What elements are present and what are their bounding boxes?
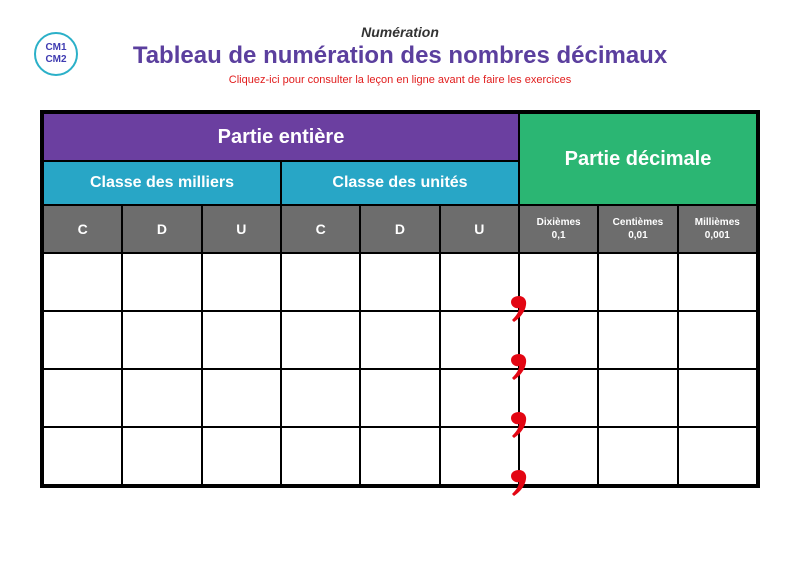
cell [519,253,598,311]
cell [43,311,122,369]
col-thousands-c: C [43,205,122,253]
grade-badge: CM1 CM2 [34,32,78,76]
badge-line2: CM2 [45,54,66,66]
lesson-link[interactable]: Cliquez-ici pour consulter la leçon en l… [40,74,760,86]
cell [598,253,677,311]
cell-units-u [440,253,519,311]
cell [43,369,122,427]
cell [122,253,201,311]
cell [122,427,201,485]
header-integer-part: Partie entière [43,113,519,161]
decimal-comma-icon [508,410,530,440]
cell [122,311,201,369]
badge-line1: CM1 [45,42,66,54]
col-thousandths-val: 0,001 [679,229,756,242]
col-units-d: D [360,205,439,253]
header: Numération Tableau de numération des nom… [40,24,760,86]
table-row [43,311,757,369]
cell [598,369,677,427]
cell [360,311,439,369]
cell [202,369,281,427]
cell [202,253,281,311]
decimal-comma-icon [508,352,530,382]
cell [43,427,122,485]
col-tenths: Dixièmes 0,1 [519,205,598,253]
header-units-class: Classe des unités [281,161,519,205]
col-thousands-u: U [202,205,281,253]
col-units-c: C [281,205,360,253]
cell [678,311,757,369]
header-decimal-part: Partie décimale [519,113,757,205]
decimal-comma-icon [508,468,530,498]
cell [519,427,598,485]
col-units-u: U [440,205,519,253]
cell [360,253,439,311]
page-title: Tableau de numération des nombres décima… [40,42,760,70]
col-thousandths: Millièmes 0,001 [678,205,757,253]
cell [519,369,598,427]
table-row [43,253,757,311]
cell [43,253,122,311]
cell [360,369,439,427]
cell [122,369,201,427]
numeration-table: Partie entière Partie décimale Classe de… [40,110,760,488]
col-hundredths-val: 0,01 [599,229,676,242]
cell [281,369,360,427]
col-tenths-label: Dixièmes [520,216,597,229]
decimal-comma-icon [508,294,530,324]
cell [598,311,677,369]
table-row [43,427,757,485]
col-tenths-val: 0,1 [520,229,597,242]
cell [281,253,360,311]
col-hundredths: Centièmes 0,01 [598,205,677,253]
cell [519,311,598,369]
cell [360,427,439,485]
col-thousands-d: D [122,205,201,253]
col-hundredths-label: Centièmes [599,216,676,229]
cell [678,369,757,427]
supertitle: Numération [40,24,760,40]
cell [678,427,757,485]
cell [598,427,677,485]
cell [281,311,360,369]
cell [202,311,281,369]
cell [202,427,281,485]
col-thousandths-label: Millièmes [679,216,756,229]
cell [678,253,757,311]
cell [281,427,360,485]
table-row [43,369,757,427]
header-thousands-class: Classe des milliers [43,161,281,205]
